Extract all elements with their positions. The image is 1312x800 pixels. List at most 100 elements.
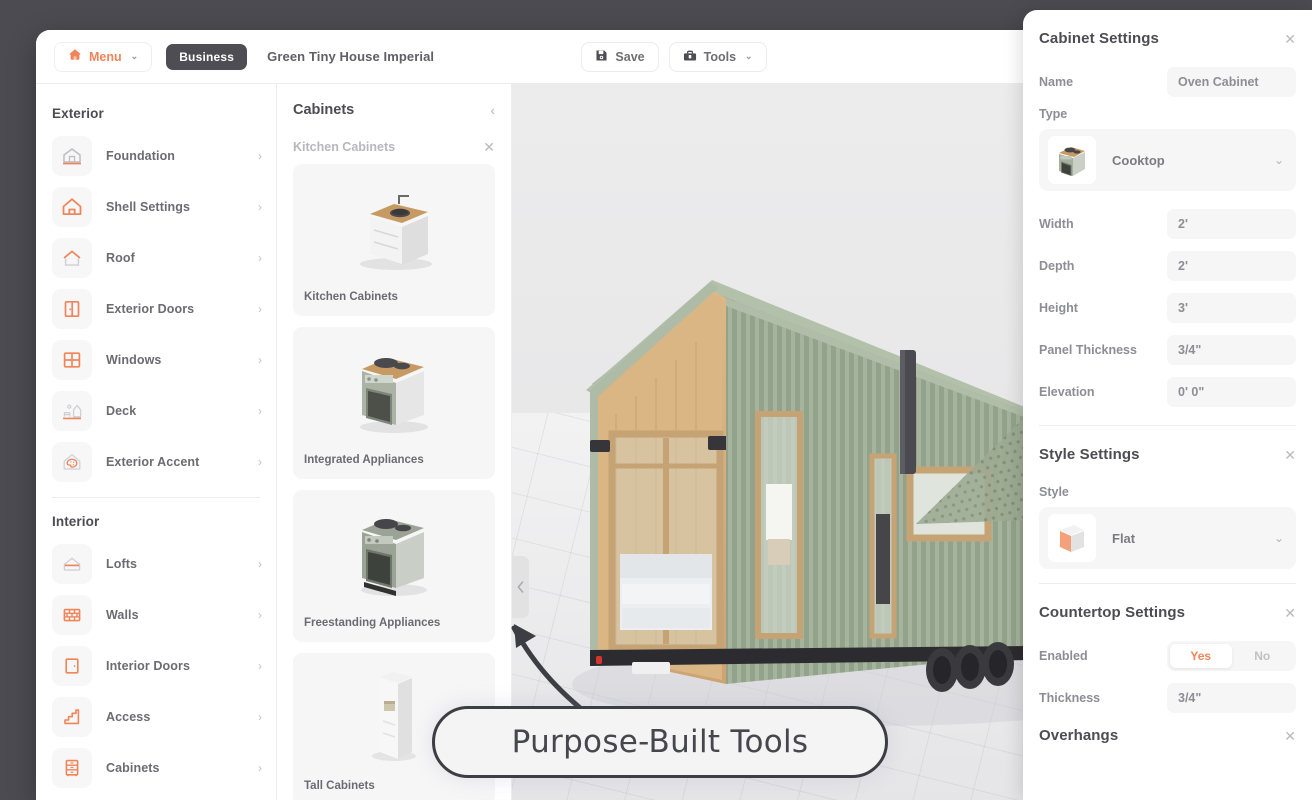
depth-field[interactable]: 2' xyxy=(1167,251,1296,281)
cabinets-catalog-panel: Cabinets ‹ Kitchen Cabinets ✕ Kitchen Ca… xyxy=(277,84,512,800)
sidebar-item-roof[interactable]: Roof › xyxy=(52,232,266,283)
sidebar-item-deck[interactable]: Deck › xyxy=(52,385,266,436)
type-field-label: Type xyxy=(1039,107,1068,121)
field-row-panel-thickness: Panel Thickness 3/4" xyxy=(1039,331,1296,369)
sidebar-item-access[interactable]: Access › xyxy=(52,691,266,742)
chevron-right-icon: › xyxy=(258,760,262,775)
field-row-name: Name Oven Cabinet xyxy=(1039,63,1296,101)
save-disk-icon xyxy=(595,49,608,65)
sidebar-item-label: Windows xyxy=(106,352,162,367)
chevron-right-icon: › xyxy=(258,199,262,214)
field-label: Thickness xyxy=(1039,691,1101,705)
sidebar-item-label: Cabinets xyxy=(106,760,160,775)
settings-panel: Cabinet Settings ✕ Name Oven Cabinet Typ… xyxy=(1023,10,1312,800)
sidebar-item-walls[interactable]: Walls › xyxy=(52,589,266,640)
name-field[interactable]: Oven Cabinet xyxy=(1167,67,1296,97)
sidebar-item-exterior-doors[interactable]: Exterior Doors › xyxy=(52,283,266,334)
field-row-thickness: Thickness 3/4" xyxy=(1039,679,1296,717)
sidebar-item-label: Foundation xyxy=(106,148,176,163)
field-label: Depth xyxy=(1039,259,1075,273)
sidebar-item-shell-settings[interactable]: Shell Settings › xyxy=(52,181,266,232)
elevation-field[interactable]: 0' 0" xyxy=(1167,377,1296,407)
chevron-right-icon: › xyxy=(258,709,262,724)
width-field[interactable]: 2' xyxy=(1167,209,1296,239)
section-title: Cabinet Settings xyxy=(1039,30,1159,47)
plan-tag: Business xyxy=(166,43,248,70)
field-label: Enabled xyxy=(1039,649,1088,663)
chevron-right-icon: › xyxy=(258,556,262,571)
sidebar-section-title-interior: Interior xyxy=(52,514,100,529)
chevron-right-icon: › xyxy=(258,301,262,316)
sidebar-item-windows[interactable]: Windows › xyxy=(52,334,266,385)
field-row-enabled: Enabled Yes No xyxy=(1039,637,1296,675)
type-picker[interactable]: Cooktop ⌄ xyxy=(1039,129,1296,191)
chevron-down-icon: ⌄ xyxy=(1273,153,1284,167)
integrated-oven-thumbnail xyxy=(293,335,495,439)
close-icon[interactable]: ✕ xyxy=(1284,729,1296,743)
field-label: Elevation xyxy=(1039,385,1095,399)
catalog-card[interactable]: Integrated Appliances xyxy=(293,327,495,479)
paint-palette-icon xyxy=(52,441,92,482)
sidebar-item-label: Roof xyxy=(106,250,135,265)
chevron-right-icon: › xyxy=(258,607,262,622)
brick-wall-icon xyxy=(52,594,92,635)
freestanding-range-thumbnail xyxy=(293,498,495,602)
close-icon[interactable]: ✕ xyxy=(1284,32,1296,46)
field-row-depth: Depth 2' xyxy=(1039,247,1296,285)
section-header: Overhangs ✕ xyxy=(1039,721,1296,760)
close-icon[interactable]: ✕ xyxy=(1284,448,1296,462)
flat-panel-thumb-icon xyxy=(1048,514,1096,562)
chevron-right-icon: › xyxy=(258,403,262,418)
style-picker-value: Flat xyxy=(1112,530,1136,546)
sidebar-item-lofts[interactable]: Lofts › xyxy=(52,538,266,589)
tools-button-label: Tools xyxy=(703,49,737,64)
field-label: Panel Thickness xyxy=(1039,343,1137,357)
section-cabinet-settings: Cabinet Settings ✕ Name Oven Cabinet Typ… xyxy=(1023,10,1312,426)
toolbox-icon xyxy=(683,49,697,65)
section-countertop-settings: Countertop Settings ✕ Enabled Yes No Thi… xyxy=(1023,584,1312,717)
save-button-label: Save xyxy=(615,49,645,64)
thickness-field[interactable]: 3/4" xyxy=(1167,683,1296,713)
field-row-height: Height 3' xyxy=(1039,289,1296,327)
sidebar-item-label: Shell Settings xyxy=(106,199,191,214)
catalog-card[interactable]: Freestanding Appliances xyxy=(293,490,495,642)
close-icon[interactable]: ✕ xyxy=(483,140,495,154)
menu-button[interactable]: Menu ⌄ xyxy=(54,41,153,72)
sidebar-item-exterior-accent[interactable]: Exterior Accent › xyxy=(52,436,266,487)
loft-icon xyxy=(52,543,92,584)
panel-thickness-field[interactable]: 3/4" xyxy=(1167,335,1296,365)
section-overhangs: Overhangs ✕ xyxy=(1023,721,1312,760)
sidebar-item-cabinets[interactable]: Cabinets › xyxy=(52,742,266,793)
close-icon[interactable]: ✕ xyxy=(1284,606,1296,620)
house-logo-icon xyxy=(68,48,82,65)
toggle-option-yes[interactable]: Yes xyxy=(1170,644,1232,668)
callout-label: Purpose-Built Tools xyxy=(511,724,809,760)
catalog-card-label: Freestanding Appliances xyxy=(304,617,441,629)
section-header: Cabinet Settings ✕ xyxy=(1039,10,1296,63)
field-label: Name xyxy=(1039,75,1074,89)
sidebar-item-interior-doors[interactable]: Interior Doors › xyxy=(52,640,266,691)
toggle-option-no[interactable]: No xyxy=(1232,644,1294,668)
chevron-down-icon: ⌄ xyxy=(1273,531,1284,545)
sidebar-section-title-exterior: Exterior xyxy=(52,106,104,121)
style-field-label: Style xyxy=(1039,485,1069,499)
section-header: Countertop Settings ✕ xyxy=(1039,584,1296,637)
section-title: Countertop Settings xyxy=(1039,604,1186,621)
height-field[interactable]: 3' xyxy=(1167,293,1296,323)
cabinet-icon xyxy=(52,747,92,788)
style-picker[interactable]: Flat ⌄ xyxy=(1039,507,1296,569)
save-button[interactable]: Save xyxy=(581,41,659,72)
countertop-enabled-toggle[interactable]: Yes No xyxy=(1167,641,1296,671)
sidebar-item-label: Exterior Accent xyxy=(106,454,200,469)
section-title: Overhangs xyxy=(1039,727,1119,744)
tools-button[interactable]: Tools ⌄ xyxy=(668,41,767,72)
chevron-right-icon: › xyxy=(258,454,262,469)
sidebar-item-label: Lofts xyxy=(106,556,138,571)
shell-house-icon xyxy=(52,186,92,227)
menu-button-label: Menu xyxy=(89,49,122,64)
chevron-left-icon[interactable]: ‹ xyxy=(490,103,495,117)
roof-icon xyxy=(52,237,92,278)
catalog-card-label: Tall Cabinets xyxy=(304,780,375,792)
sidebar-item-foundation[interactable]: Foundation › xyxy=(52,130,266,181)
catalog-card[interactable]: Kitchen Cabinets xyxy=(293,164,495,316)
